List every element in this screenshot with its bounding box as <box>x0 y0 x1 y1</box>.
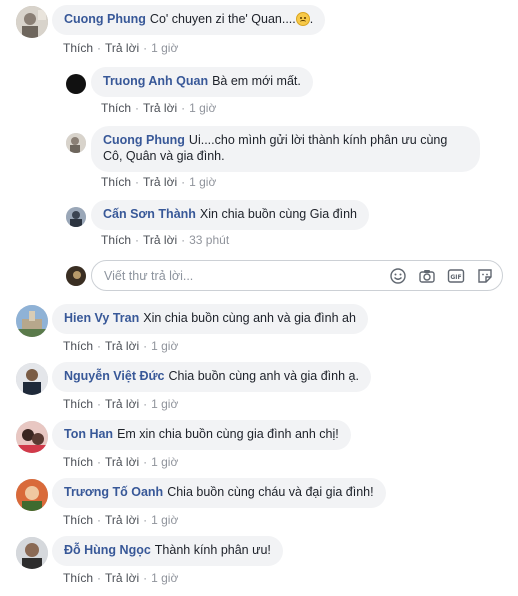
comment-actions: Thích · Trả lời · 1 giờ <box>101 175 216 189</box>
reply-button[interactable]: Trả lời <box>143 233 177 247</box>
comment-author[interactable]: Truong Anh Quan <box>103 74 208 88</box>
comment-author[interactable]: Cấn Sơn Thành <box>103 207 196 221</box>
comment-author[interactable]: Nguyễn Việt Đức <box>64 369 165 383</box>
comment-actions: Thích · Trả lời · 1 giờ <box>63 397 178 411</box>
like-button[interactable]: Thích <box>63 41 93 55</box>
comment-time[interactable]: 1 giờ <box>151 513 178 527</box>
reply-button[interactable]: Trả lời <box>105 339 139 353</box>
reply-button[interactable]: Trả lời <box>105 41 139 55</box>
avatar[interactable] <box>16 6 48 38</box>
comment-author[interactable]: Ton Han <box>64 427 113 441</box>
comment-actions: Thích · Trả lời · 33 phút <box>101 233 229 247</box>
reply-button[interactable]: Trả lời <box>105 571 139 585</box>
comment-time[interactable]: 1 giờ <box>189 101 216 115</box>
separator: · <box>97 397 102 411</box>
avatar[interactable] <box>16 305 48 337</box>
separator: · <box>181 101 186 115</box>
reply-input[interactable] <box>104 267 374 284</box>
avatar[interactable] <box>16 363 48 395</box>
comment-actions: Thích · Trả lời · 1 giờ <box>63 455 178 469</box>
comment-bubble: Đỗ Hùng Ngọc Thành kính phân ưu! <box>52 536 283 566</box>
separator: · <box>97 339 102 353</box>
separator: · <box>143 339 148 353</box>
separator: · <box>143 397 148 411</box>
sticker-icon[interactable] <box>476 267 494 285</box>
comment-text: Chia buồn cùng anh và gia đình ạ. <box>168 369 359 383</box>
comment-text: Xin chia buồn cùng Gia đình <box>199 207 357 221</box>
reply-button[interactable]: Trả lời <box>143 175 177 189</box>
comment-text: Em xin chia buồn cùng gia đình anh chị! <box>117 427 339 441</box>
current-user-avatar <box>66 266 86 286</box>
comment-actions: Thích · Trả lời · 1 giờ <box>63 339 178 353</box>
comment-bubble: Cấn Sơn Thành Xin chia buồn cùng Gia đình <box>91 200 369 230</box>
reply-button[interactable]: Trả lời <box>105 397 139 411</box>
avatar[interactable] <box>16 537 48 569</box>
avatar[interactable] <box>66 133 86 153</box>
separator: · <box>143 571 148 585</box>
comment-time[interactable]: 1 giờ <box>151 455 178 469</box>
avatar[interactable] <box>66 207 86 227</box>
like-button[interactable]: Thích <box>63 397 93 411</box>
reply-button[interactable]: Trả lời <box>105 513 139 527</box>
comment-actions: Thích · Trả lời · 1 giờ <box>63 41 178 55</box>
emoji-icon[interactable] <box>389 267 407 285</box>
comment-author[interactable]: Hien Vy Tran <box>64 311 139 325</box>
comment-bubble: Cuong Phung Ui....cho mình gửi lời thành … <box>91 126 480 172</box>
comment-actions: Thích · Trả lời · 1 giờ <box>101 101 216 115</box>
avatar[interactable] <box>16 479 48 511</box>
like-button[interactable]: Thích <box>101 175 131 189</box>
like-button[interactable]: Thích <box>63 455 93 469</box>
like-button[interactable]: Thích <box>63 339 93 353</box>
comment-time[interactable]: 1 giờ <box>151 571 178 585</box>
separator: · <box>143 41 148 55</box>
separator: · <box>97 41 102 55</box>
separator: · <box>181 175 186 189</box>
comment-time[interactable]: 1 giờ <box>151 41 178 55</box>
comment-time[interactable]: 1 giờ <box>151 339 178 353</box>
comment-bubble: Ton Han Em xin chia buồn cùng gia đình an… <box>52 420 351 450</box>
comment-text: Xin chia buồn cùng anh và gia đình ah <box>143 311 356 325</box>
comment-time[interactable]: 33 phút <box>189 233 229 247</box>
comment-bubble: Trương Tố Oanh Chia buồn cùng cháu và đại… <box>52 478 386 508</box>
like-button[interactable]: Thích <box>63 571 93 585</box>
separator: · <box>143 513 148 527</box>
comment-bubble: Hien Vy Tran Xin chia buồn cùng anh và gi… <box>52 304 368 334</box>
avatar[interactable] <box>16 421 48 453</box>
comment-actions: Thích · Trả lời · 1 giờ <box>63 571 178 585</box>
separator: · <box>135 175 140 189</box>
separator: · <box>97 513 102 527</box>
comment-author[interactable]: Cuong Phung <box>64 12 146 26</box>
comment-text: Co' chuyen zi the' Quan.... <box>149 12 296 26</box>
comment-bubble: Nguyễn Việt Đức Chia buồn cùng anh và gia… <box>52 362 371 392</box>
avatar[interactable] <box>66 74 86 94</box>
comment-time[interactable]: 1 giờ <box>151 397 178 411</box>
comment-text: Bà em mới mất. <box>212 74 301 88</box>
reply-button[interactable]: Trả lời <box>143 101 177 115</box>
separator: · <box>135 233 140 247</box>
separator: · <box>97 571 102 585</box>
svg-text:GIF: GIF <box>450 274 461 281</box>
like-button[interactable]: Thích <box>63 513 93 527</box>
like-button[interactable]: Thích <box>101 101 131 115</box>
separator: · <box>97 455 102 469</box>
comment-actions: Thích · Trả lời · 1 giờ <box>63 513 178 527</box>
sad-emoji-icon <box>295 12 310 26</box>
like-button[interactable]: Thích <box>101 233 131 247</box>
comment-time[interactable]: 1 giờ <box>189 175 216 189</box>
comment-text-trailing: . <box>309 12 314 26</box>
comment-bubble: Truong Anh Quan Bà em mới mất. <box>91 67 313 97</box>
comment-bubble: Cuong Phung Co' chuyen zi the' Quan..... <box>52 5 326 35</box>
gif-icon[interactable]: GIF <box>447 267 465 285</box>
separator: · <box>143 455 148 469</box>
comment-author[interactable]: Cuong Phung <box>103 133 185 147</box>
comment-author[interactable]: Đỗ Hùng Ngọc <box>64 543 151 557</box>
comment-author[interactable]: Trương Tố Oanh <box>64 485 163 499</box>
separator: · <box>181 233 186 247</box>
comment-text: Thành kính phân ưu! <box>154 543 271 557</box>
comment-text: Chia buồn cùng cháu và đại gia đình! <box>167 485 374 499</box>
separator: · <box>135 101 140 115</box>
reply-box: GIF <box>91 260 503 291</box>
camera-icon[interactable] <box>418 267 436 285</box>
reply-button[interactable]: Trả lời <box>105 455 139 469</box>
